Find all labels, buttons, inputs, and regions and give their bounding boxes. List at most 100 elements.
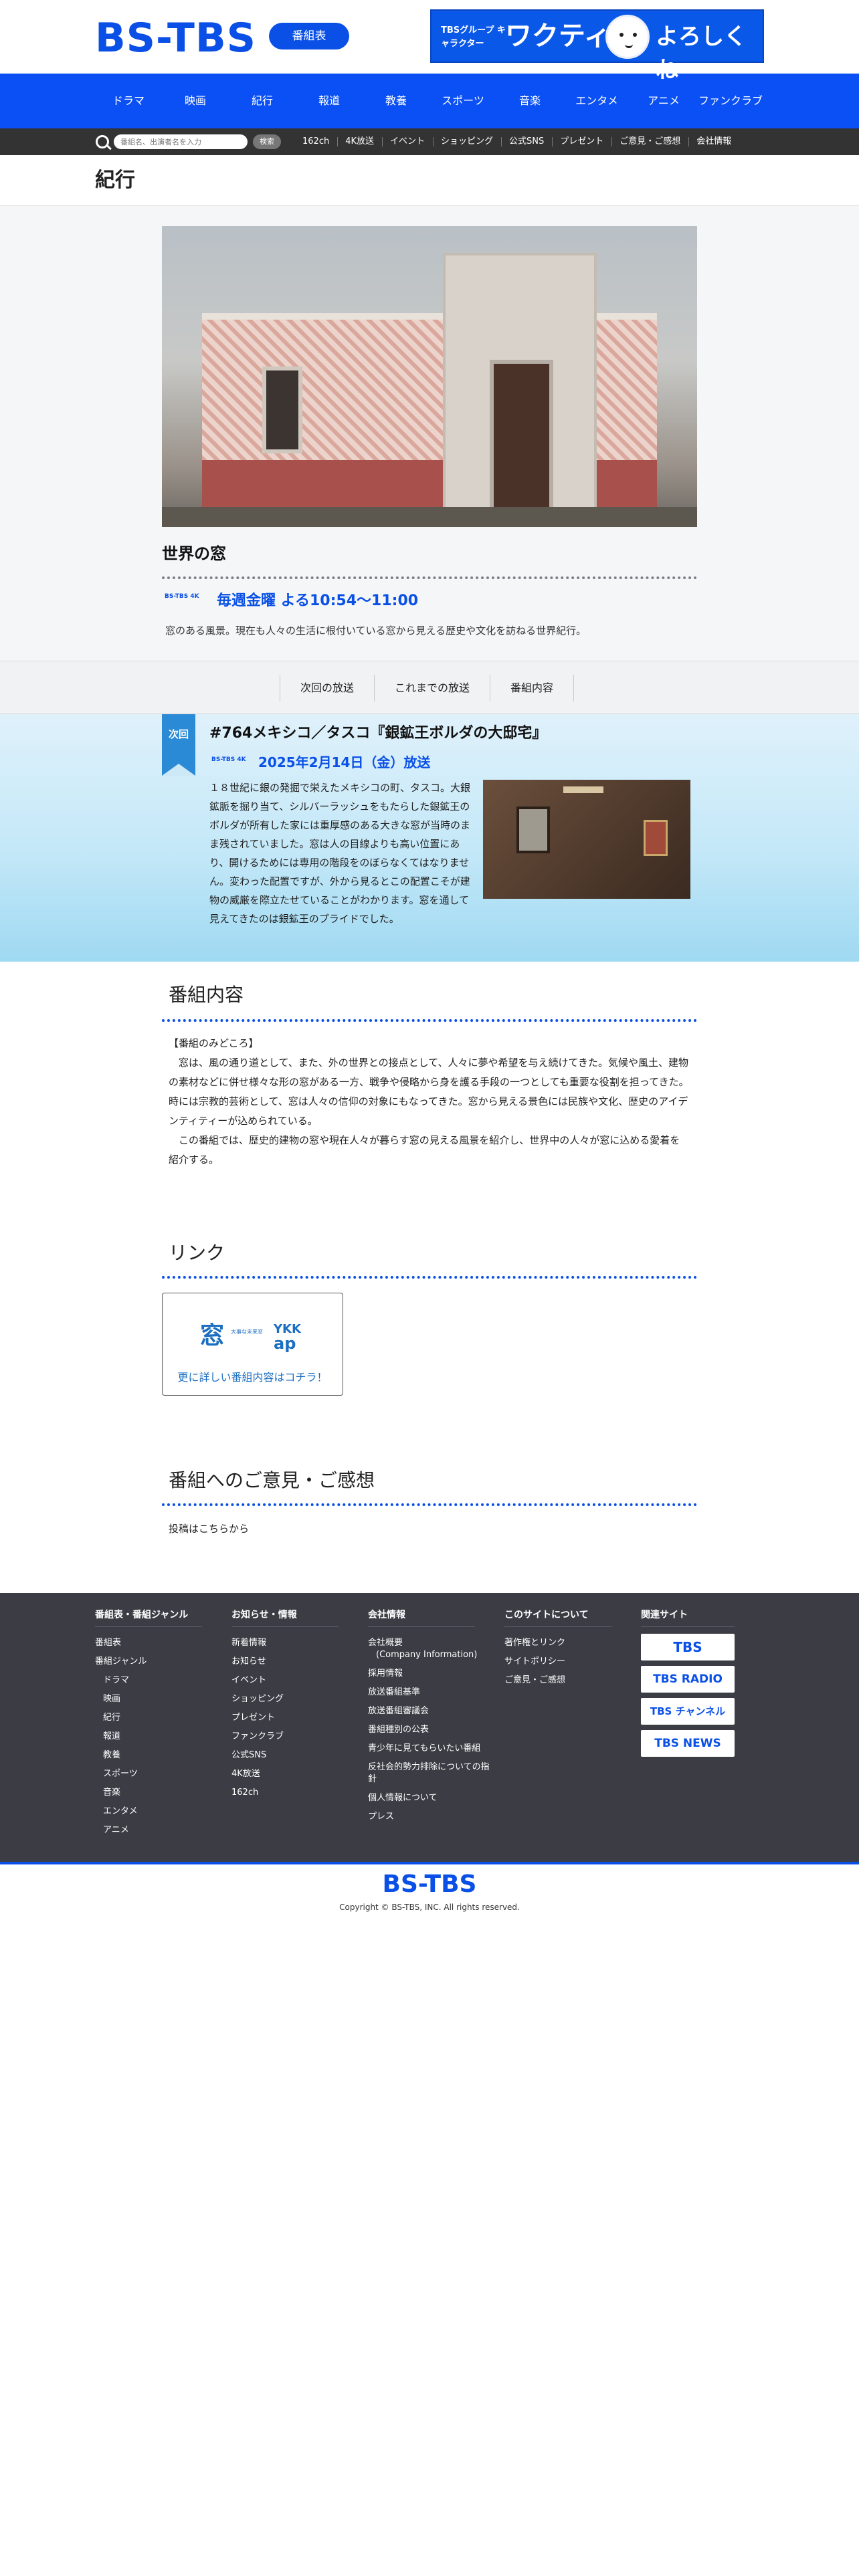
page-title-bar: 紀行 — [0, 155, 859, 206]
footer-link[interactable]: 青少年に見てもらいたい番組 — [368, 1739, 495, 1758]
subnav-link-162ch[interactable]: 162ch — [294, 128, 337, 155]
subnav-link-4k[interactable]: 4K放送 — [337, 128, 382, 155]
gnav-item-music[interactable]: 音楽 — [496, 74, 563, 128]
subnav-link-sns[interactable]: 公式SNS — [501, 128, 552, 155]
footer-link[interactable]: 反社会的勢力排除についての指針 — [368, 1758, 495, 1789]
copyright: Copyright © BS-TBS, INC. All rights rese… — [339, 1903, 520, 1912]
site-header: BS-TBS 番組表 TBSグループ キャラクター ワクティ よろしくね — [0, 0, 859, 84]
footer-link[interactable]: 報道 — [95, 1727, 202, 1746]
tab-next-broadcast[interactable]: 次回の放送 — [280, 675, 374, 702]
gnav-item-sports[interactable]: スポーツ — [430, 74, 496, 128]
footer-link[interactable]: 番組表 — [95, 1634, 202, 1652]
photo-lamp — [563, 786, 603, 793]
hero-window — [262, 366, 302, 453]
footer-link[interactable]: ファンクラブ — [231, 1727, 339, 1746]
footer-link[interactable]: 採用情報 — [368, 1665, 495, 1683]
footer-link[interactable]: アニメ — [95, 1821, 202, 1840]
page-title: 紀行 — [95, 169, 135, 192]
footer-link[interactable]: サイトポリシー — [504, 1652, 611, 1671]
footer-link[interactable]: スポーツ — [95, 1765, 202, 1784]
subnav-link-shopping[interactable]: ショッピング — [433, 128, 501, 155]
gnav-item-drama[interactable]: ドラマ — [95, 74, 162, 128]
program-hero-image — [162, 226, 697, 527]
photo-mirror — [516, 807, 550, 853]
photo-painting — [644, 820, 668, 856]
channel-mark-icon: BS-TBS 4K — [211, 756, 246, 773]
footer-link[interactable]: 著作権とリンク — [504, 1634, 611, 1652]
footer-link[interactable]: 番組ジャンル — [95, 1652, 202, 1671]
program-content-text: 【番組のみどころ】 窓は、風の通り道として、また、外の世界との接点として、人々に… — [169, 1034, 689, 1170]
section-rule — [162, 1019, 697, 1022]
program-intro: 世界の窓 BS-TBS 4K 毎週金曜 よる10:54〜11:00 窓のある風景… — [0, 206, 859, 661]
footer-col-company: 会社情報 会社概要 (Company Information) 採用情報 放送番… — [368, 1608, 495, 1826]
footer-link[interactable]: 放送番組審議会 — [368, 1702, 495, 1721]
related-link-tbs-channel[interactable]: TBS チャンネル — [641, 1698, 735, 1725]
character-banner[interactable]: TBSグループ キャラクター ワクティ よろしくね — [430, 9, 764, 84]
footer-link[interactable]: エンタメ — [95, 1802, 202, 1821]
footer-link-text: 会社概要 — [368, 1638, 403, 1648]
hero-ground — [162, 507, 697, 527]
ykk-ap-link-card[interactable]: 窓 大事な未来窓 YKK ap 更に詳しい番組内容はコチラ！ — [162, 1293, 343, 1396]
footer-col-title: 会社情報 — [368, 1608, 475, 1627]
program-name: 世界の窓 — [162, 544, 226, 563]
search-button[interactable]: 検索 — [253, 134, 281, 149]
footer-link[interactable]: 162ch — [231, 1784, 339, 1802]
footer-link[interactable]: 公式SNS — [231, 1746, 339, 1765]
search-input[interactable] — [114, 134, 248, 149]
subnav-link-present[interactable]: プレゼント — [552, 128, 611, 155]
site-logo[interactable]: BS-TBS — [95, 15, 256, 62]
footer-link-company-overview[interactable]: 会社概要 (Company Information) — [368, 1634, 495, 1665]
program-divider — [162, 576, 697, 579]
footer-link[interactable]: ドラマ — [95, 1671, 202, 1690]
episode-description: １８世紀に銀の発掘で栄えたメキシコの町、タスコ。大銀鉱脈を掘り当て、シルバーラッ… — [209, 782, 471, 925]
section-rule — [162, 1276, 697, 1279]
program-description: 窓のある風景。現在も人々の生活に根付いている窓から見える歴史や文化を訪ねる世界紀… — [165, 625, 587, 637]
episode-date: 2025年2月14日（金）放送 — [258, 754, 431, 770]
footer-logo[interactable]: BS-TBS — [0, 1869, 859, 1900]
related-link-tbs[interactable]: TBS — [641, 1634, 735, 1660]
section-title-links: リンク — [169, 1242, 225, 1264]
footer-link[interactable]: 音楽 — [95, 1784, 202, 1802]
related-link-tbs-news[interactable]: TBS NEWS — [641, 1730, 735, 1757]
footer-link[interactable]: プレゼント — [231, 1709, 339, 1727]
banner-big-text: ワクティ — [505, 21, 611, 51]
channel-mark-icon: BS-TBS 4K — [165, 593, 199, 610]
subnav-link-company[interactable]: 会社情報 — [688, 128, 739, 155]
feedback-link[interactable]: 投稿はこちらから — [169, 1519, 689, 1539]
gnav-item-entertainment[interactable]: エンタメ — [563, 74, 630, 128]
footer-col-info: お知らせ・情報 新着情報 お知らせ イベント ショッピング プレゼント ファンク… — [231, 1608, 339, 1802]
footer-link[interactable]: ご意見・ご感想 — [504, 1671, 611, 1690]
subnav-link-events[interactable]: イベント — [382, 128, 433, 155]
card-logo-ap: ap — [274, 1334, 296, 1353]
gnav-item-movie[interactable]: 映画 — [162, 74, 229, 128]
footer-link[interactable]: プレス — [368, 1808, 495, 1826]
subnav-link-feedback[interactable]: ご意見・ご感想 — [611, 128, 688, 155]
footer-link[interactable]: 番組種別の公表 — [368, 1721, 495, 1739]
gnav-item-news[interactable]: 報道 — [296, 74, 363, 128]
footer-link[interactable]: 個人情報について — [368, 1789, 495, 1808]
card-logo-sub: 大事な未来窓 — [231, 1329, 263, 1335]
program-schedule: 毎週金曜 よる10:54〜11:00 — [217, 593, 419, 609]
schedule-button[interactable]: 番組表 — [269, 23, 349, 49]
footer-link[interactable]: 4K放送 — [231, 1765, 339, 1784]
episode-title: #764メキシコ／タスコ『銀鉱王ボルダの大邸宅』 — [209, 725, 547, 742]
gnav-item-culture[interactable]: 教養 — [363, 74, 430, 128]
footer-link[interactable]: 教養 — [95, 1746, 202, 1765]
footer-col-title: お知らせ・情報 — [231, 1608, 339, 1627]
tab-past-broadcasts[interactable]: これまでの放送 — [374, 675, 490, 702]
episode-image — [483, 780, 690, 899]
footer-link[interactable]: 新着情報 — [231, 1634, 339, 1652]
gnav-item-travel[interactable]: 紀行 — [229, 74, 296, 128]
next-badge: 次回 — [162, 714, 195, 776]
footer-link-subtext: (Company Information) — [376, 1650, 478, 1660]
next-broadcast: 次回 #764メキシコ／タスコ『銀鉱王ボルダの大邸宅』 BS-TBS 4K 20… — [0, 714, 859, 962]
tab-program-content[interactable]: 番組内容 — [490, 675, 575, 702]
footer-link[interactable]: ショッピング — [231, 1690, 339, 1709]
footer-link[interactable]: 放送番組基準 — [368, 1683, 495, 1702]
footer-col-title: 関連サイト — [641, 1608, 735, 1627]
footer-link[interactable]: イベント — [231, 1671, 339, 1690]
related-link-tbs-radio[interactable]: TBS RADIO — [641, 1666, 735, 1693]
footer-link[interactable]: 紀行 — [95, 1709, 202, 1727]
footer-link[interactable]: お知らせ — [231, 1652, 339, 1671]
footer-link[interactable]: 映画 — [95, 1690, 202, 1709]
